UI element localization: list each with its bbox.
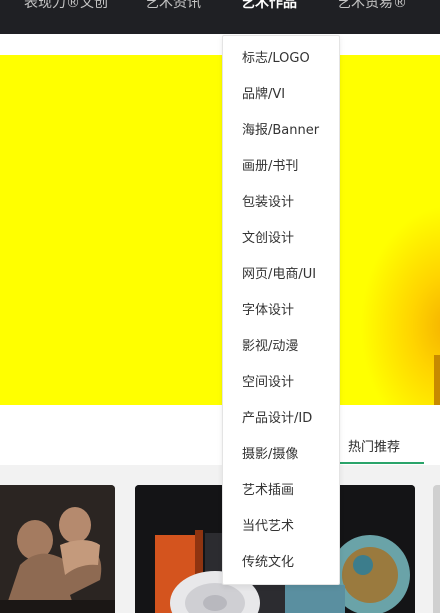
nav-item-culture[interactable]: 表现力®文创 [24, 0, 108, 13]
banner-decoration [360, 205, 440, 405]
menu-item-contemporary-art[interactable]: 当代艺术 [242, 518, 294, 536]
menu-item-font-design[interactable]: 字体设计 [242, 302, 294, 320]
nav-item-news[interactable]: 艺术资讯 [145, 0, 201, 13]
works-dropdown-menu: 标志/LOGO 品牌/VI 海报/Banner 画册/书刊 包装设计 文创设计 … [222, 35, 340, 585]
menu-item-illustration[interactable]: 艺术插画 [242, 482, 294, 500]
menu-item-brand-vi[interactable]: 品牌/VI [242, 86, 285, 104]
menu-item-poster-banner[interactable]: 海报/Banner [242, 122, 319, 140]
menu-item-packaging[interactable]: 包装设计 [242, 194, 294, 212]
menu-item-product-design[interactable]: 产品设计/ID [242, 410, 312, 428]
banner-object [434, 355, 440, 405]
work-thumbnail-athletes [0, 485, 115, 613]
works-gallery [0, 465, 440, 613]
menu-item-album-books[interactable]: 画册/书刊 [242, 158, 298, 176]
menu-item-space-design[interactable]: 空间设计 [242, 374, 294, 392]
hero-banner[interactable] [0, 55, 440, 405]
nav-item-trade[interactable]: 艺术贸易® [337, 0, 407, 13]
tabs-bar: 热门推荐 [0, 405, 440, 465]
work-card-partial[interactable] [433, 485, 440, 613]
menu-item-web-ecommerce-ui[interactable]: 网页/电商/UI [242, 266, 316, 284]
nav-item-works[interactable]: 艺术作品 [241, 0, 297, 13]
top-nav: 表现力®文创 艺术资讯 艺术作品 艺术贸易® [0, 0, 440, 34]
menu-item-traditional-culture[interactable]: 传统文化 [242, 554, 294, 572]
work-card[interactable] [0, 485, 115, 613]
menu-item-film-animation[interactable]: 影视/动漫 [242, 338, 298, 356]
active-tab-indicator [340, 462, 424, 464]
tab-hot-recommend[interactable]: 热门推荐 [348, 436, 400, 455]
menu-item-photography[interactable]: 摄影/摄像 [242, 446, 298, 464]
menu-item-cultural-creative[interactable]: 文创设计 [242, 230, 294, 248]
menu-item-logo[interactable]: 标志/LOGO [242, 50, 310, 68]
